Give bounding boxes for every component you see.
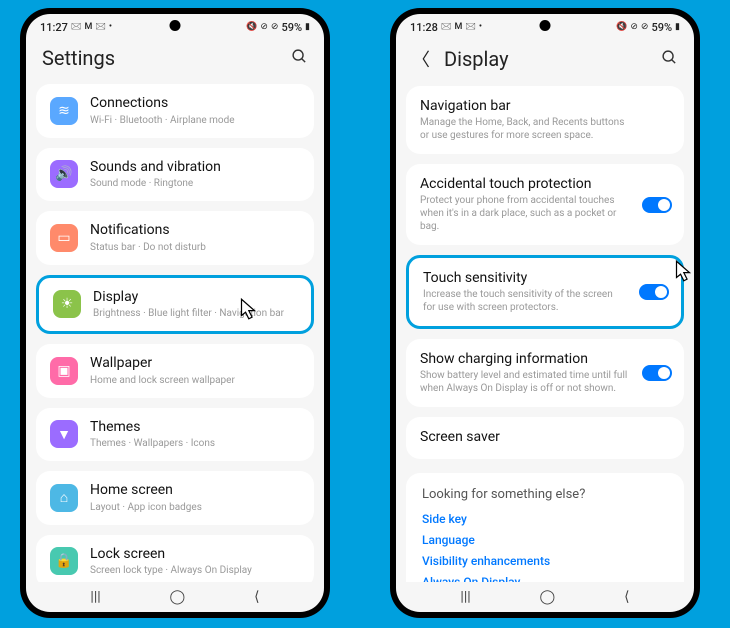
item-sub: Screen lock type · Always On Display <box>90 564 300 577</box>
status-icon: 🖂 <box>95 23 106 32</box>
item-sub: Manage the Home, Back, and Recents butto… <box>420 116 670 142</box>
item-sub: Increase the touch sensitivity of the sc… <box>423 288 667 314</box>
item-sub: Home and lock screen wallpaper <box>90 374 300 387</box>
item-icon: ⌂ <box>50 484 78 512</box>
display-item-screen-saver[interactable]: Screen saver <box>406 417 684 459</box>
item-title: Display <box>93 289 297 307</box>
nav-back[interactable]: ⟨ <box>624 589 629 605</box>
camera-notch <box>540 20 551 31</box>
status-icon: 🖂 <box>71 23 82 32</box>
phone-left: 11:27 🖂 M 🖂 • 🔇 ⊘ ⊘ 59% ▮ Settings ≋ Con <box>20 8 330 618</box>
settings-item-wallpaper[interactable]: ▣ Wallpaper Home and lock screen wallpap… <box>36 344 314 398</box>
item-sub: Show battery level and estimated time un… <box>420 369 670 395</box>
display-item-show-charging-information[interactable]: Show charging information Show battery le… <box>406 339 684 407</box>
item-title: Themes <box>90 419 300 437</box>
display-item-accidental-touch-protection[interactable]: Accidental touch protection Protect your … <box>406 164 684 245</box>
item-icon: ▼ <box>50 420 78 448</box>
display-item-touch-sensitivity[interactable]: Touch sensitivity Increase the touch sens… <box>406 255 684 329</box>
battery-percent: 59% <box>651 21 672 34</box>
extras-link[interactable]: Language <box>422 533 668 547</box>
search-icon[interactable] <box>291 48 308 69</box>
item-title: Touch sensitivity <box>423 270 667 286</box>
item-title: Show charging information <box>420 351 670 367</box>
page-title: Settings <box>42 46 277 70</box>
item-title: Screen saver <box>420 429 670 445</box>
extras-section: Looking for something else? Side key Langu… <box>406 473 684 582</box>
extras-link[interactable]: Side key <box>422 512 668 526</box>
page-title: Display <box>444 47 647 71</box>
status-icon: M <box>84 23 92 32</box>
settings-item-themes[interactable]: ▼ Themes Themes · Wallpapers · Icons <box>36 408 314 462</box>
item-sub: Protect your phone from accidental touch… <box>420 194 670 233</box>
battery-icon: ▮ <box>675 23 680 32</box>
extras-link[interactable]: Visibility enhancements <box>422 554 668 568</box>
display-item-navigation-bar[interactable]: Navigation bar Manage the Home, Back, and… <box>406 86 684 154</box>
settings-item-sounds-and-vibration[interactable]: 🔊 Sounds and vibration Sound mode · Ring… <box>36 148 314 202</box>
item-icon: ≋ <box>50 97 78 125</box>
nav-recents[interactable]: ||| <box>460 589 470 605</box>
nav-bar: ||| ◯ ⟨ <box>396 582 694 612</box>
toggle-switch[interactable] <box>642 197 672 213</box>
settings-item-display[interactable]: ☀ Display Brightness · Blue light filter… <box>36 275 314 335</box>
settings-item-lock-screen[interactable]: 🔒 Lock screen Screen lock type · Always … <box>36 535 314 583</box>
item-title: Lock screen <box>90 546 300 564</box>
signal-icon: ⊘ <box>271 23 279 32</box>
item-sub: Brightness · Blue light filter · Navigat… <box>93 307 297 320</box>
nav-bar: ||| ◯ ⟨ <box>26 582 324 612</box>
status-icon: 🖂 <box>441 23 452 32</box>
item-title: Accidental touch protection <box>420 176 670 192</box>
item-sub: Layout · App icon badges <box>90 501 300 514</box>
camera-notch <box>170 20 181 31</box>
item-title: Sounds and vibration <box>90 159 300 177</box>
item-title: Connections <box>90 95 300 113</box>
status-time: 11:27 <box>40 21 68 34</box>
item-title: Home screen <box>90 482 300 500</box>
status-time: 11:28 <box>410 21 438 34</box>
screen: 11:28 🖂 M 🖂 • 🔇 ⊘ ⊘ 59% ▮ 〈 Display Navi… <box>396 14 694 612</box>
item-icon: ▣ <box>50 357 78 385</box>
item-sub: Themes · Wallpapers · Icons <box>90 437 300 450</box>
item-title: Wallpaper <box>90 355 300 373</box>
battery-icon: ▮ <box>305 23 310 32</box>
screen: 11:27 🖂 M 🖂 • 🔇 ⊘ ⊘ 59% ▮ Settings ≋ Con <box>26 14 324 612</box>
nav-home[interactable]: ◯ <box>540 589 556 605</box>
extras-title: Looking for something else? <box>422 487 668 502</box>
mute-icon: 🔇 <box>616 23 627 32</box>
status-icon: M <box>454 23 462 32</box>
search-icon[interactable] <box>661 49 678 70</box>
item-title: Navigation bar <box>420 98 670 114</box>
item-sub: Sound mode · Ringtone <box>90 177 300 190</box>
battery-percent: 59% <box>281 21 302 34</box>
dnd-icon: ⊘ <box>260 23 268 32</box>
status-icon: • <box>109 23 112 32</box>
settings-item-home-screen[interactable]: ⌂ Home screen Layout · App icon badges <box>36 471 314 525</box>
item-sub: Status bar · Do not disturb <box>90 241 300 254</box>
phone-right: 11:28 🖂 M 🖂 • 🔇 ⊘ ⊘ 59% ▮ 〈 Display Navi… <box>390 8 700 618</box>
toggle-switch[interactable] <box>642 365 672 381</box>
item-icon: 🔊 <box>50 160 78 188</box>
item-icon: 🔒 <box>50 547 78 575</box>
item-icon: ▭ <box>50 224 78 252</box>
settings-list: ≋ Connections Wi-Fi · Bluetooth · Airpla… <box>26 84 324 582</box>
extras-link[interactable]: Always On Display <box>422 575 668 582</box>
display-list: Navigation bar Manage the Home, Back, and… <box>396 86 694 582</box>
back-icon[interactable]: 〈 <box>412 46 430 72</box>
settings-item-notifications[interactable]: ▭ Notifications Status bar · Do not dist… <box>36 211 314 265</box>
nav-home[interactable]: ◯ <box>170 589 186 605</box>
toggle-switch[interactable] <box>639 284 669 300</box>
status-icon: 🖂 <box>465 23 476 32</box>
mute-icon: 🔇 <box>246 23 257 32</box>
item-icon: ☀ <box>53 290 81 318</box>
signal-icon: ⊘ <box>641 23 649 32</box>
header: 〈 Display <box>396 36 694 86</box>
nav-recents[interactable]: ||| <box>90 589 100 605</box>
dnd-icon: ⊘ <box>630 23 638 32</box>
header: Settings <box>26 36 324 84</box>
item-sub: Wi-Fi · Bluetooth · Airplane mode <box>90 114 300 127</box>
nav-back[interactable]: ⟨ <box>254 589 259 605</box>
status-icon: • <box>479 23 482 32</box>
item-title: Notifications <box>90 222 300 240</box>
settings-item-connections[interactable]: ≋ Connections Wi-Fi · Bluetooth · Airpla… <box>36 84 314 138</box>
